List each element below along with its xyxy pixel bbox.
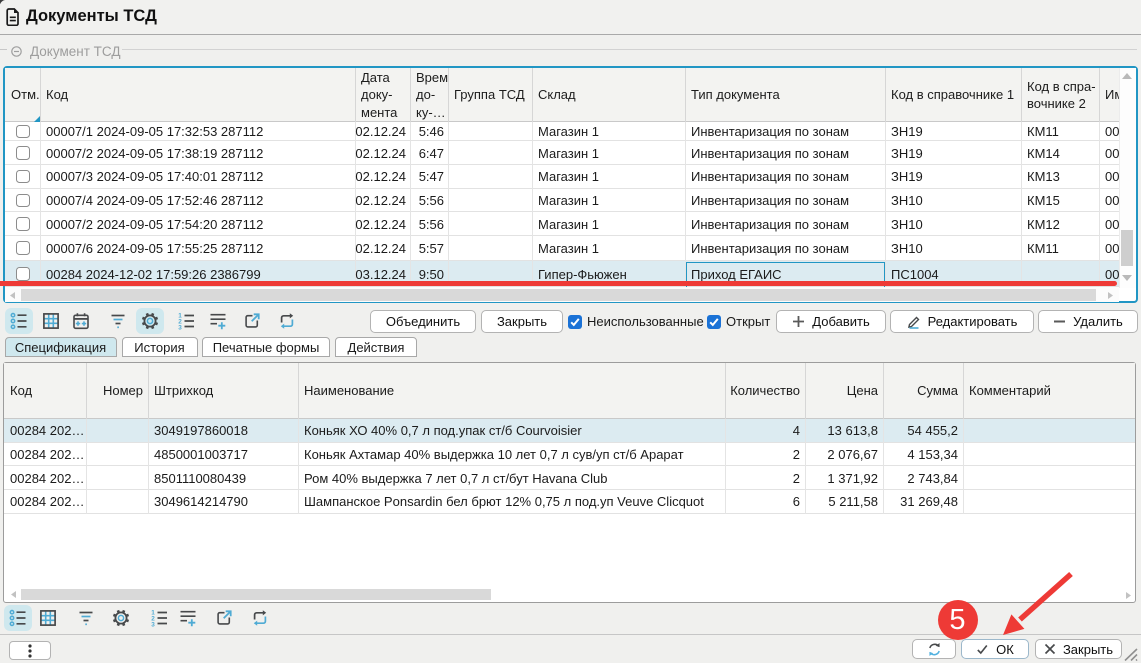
svg-text:3: 3 [178, 324, 182, 330]
svg-text:3: 3 [151, 622, 155, 628]
